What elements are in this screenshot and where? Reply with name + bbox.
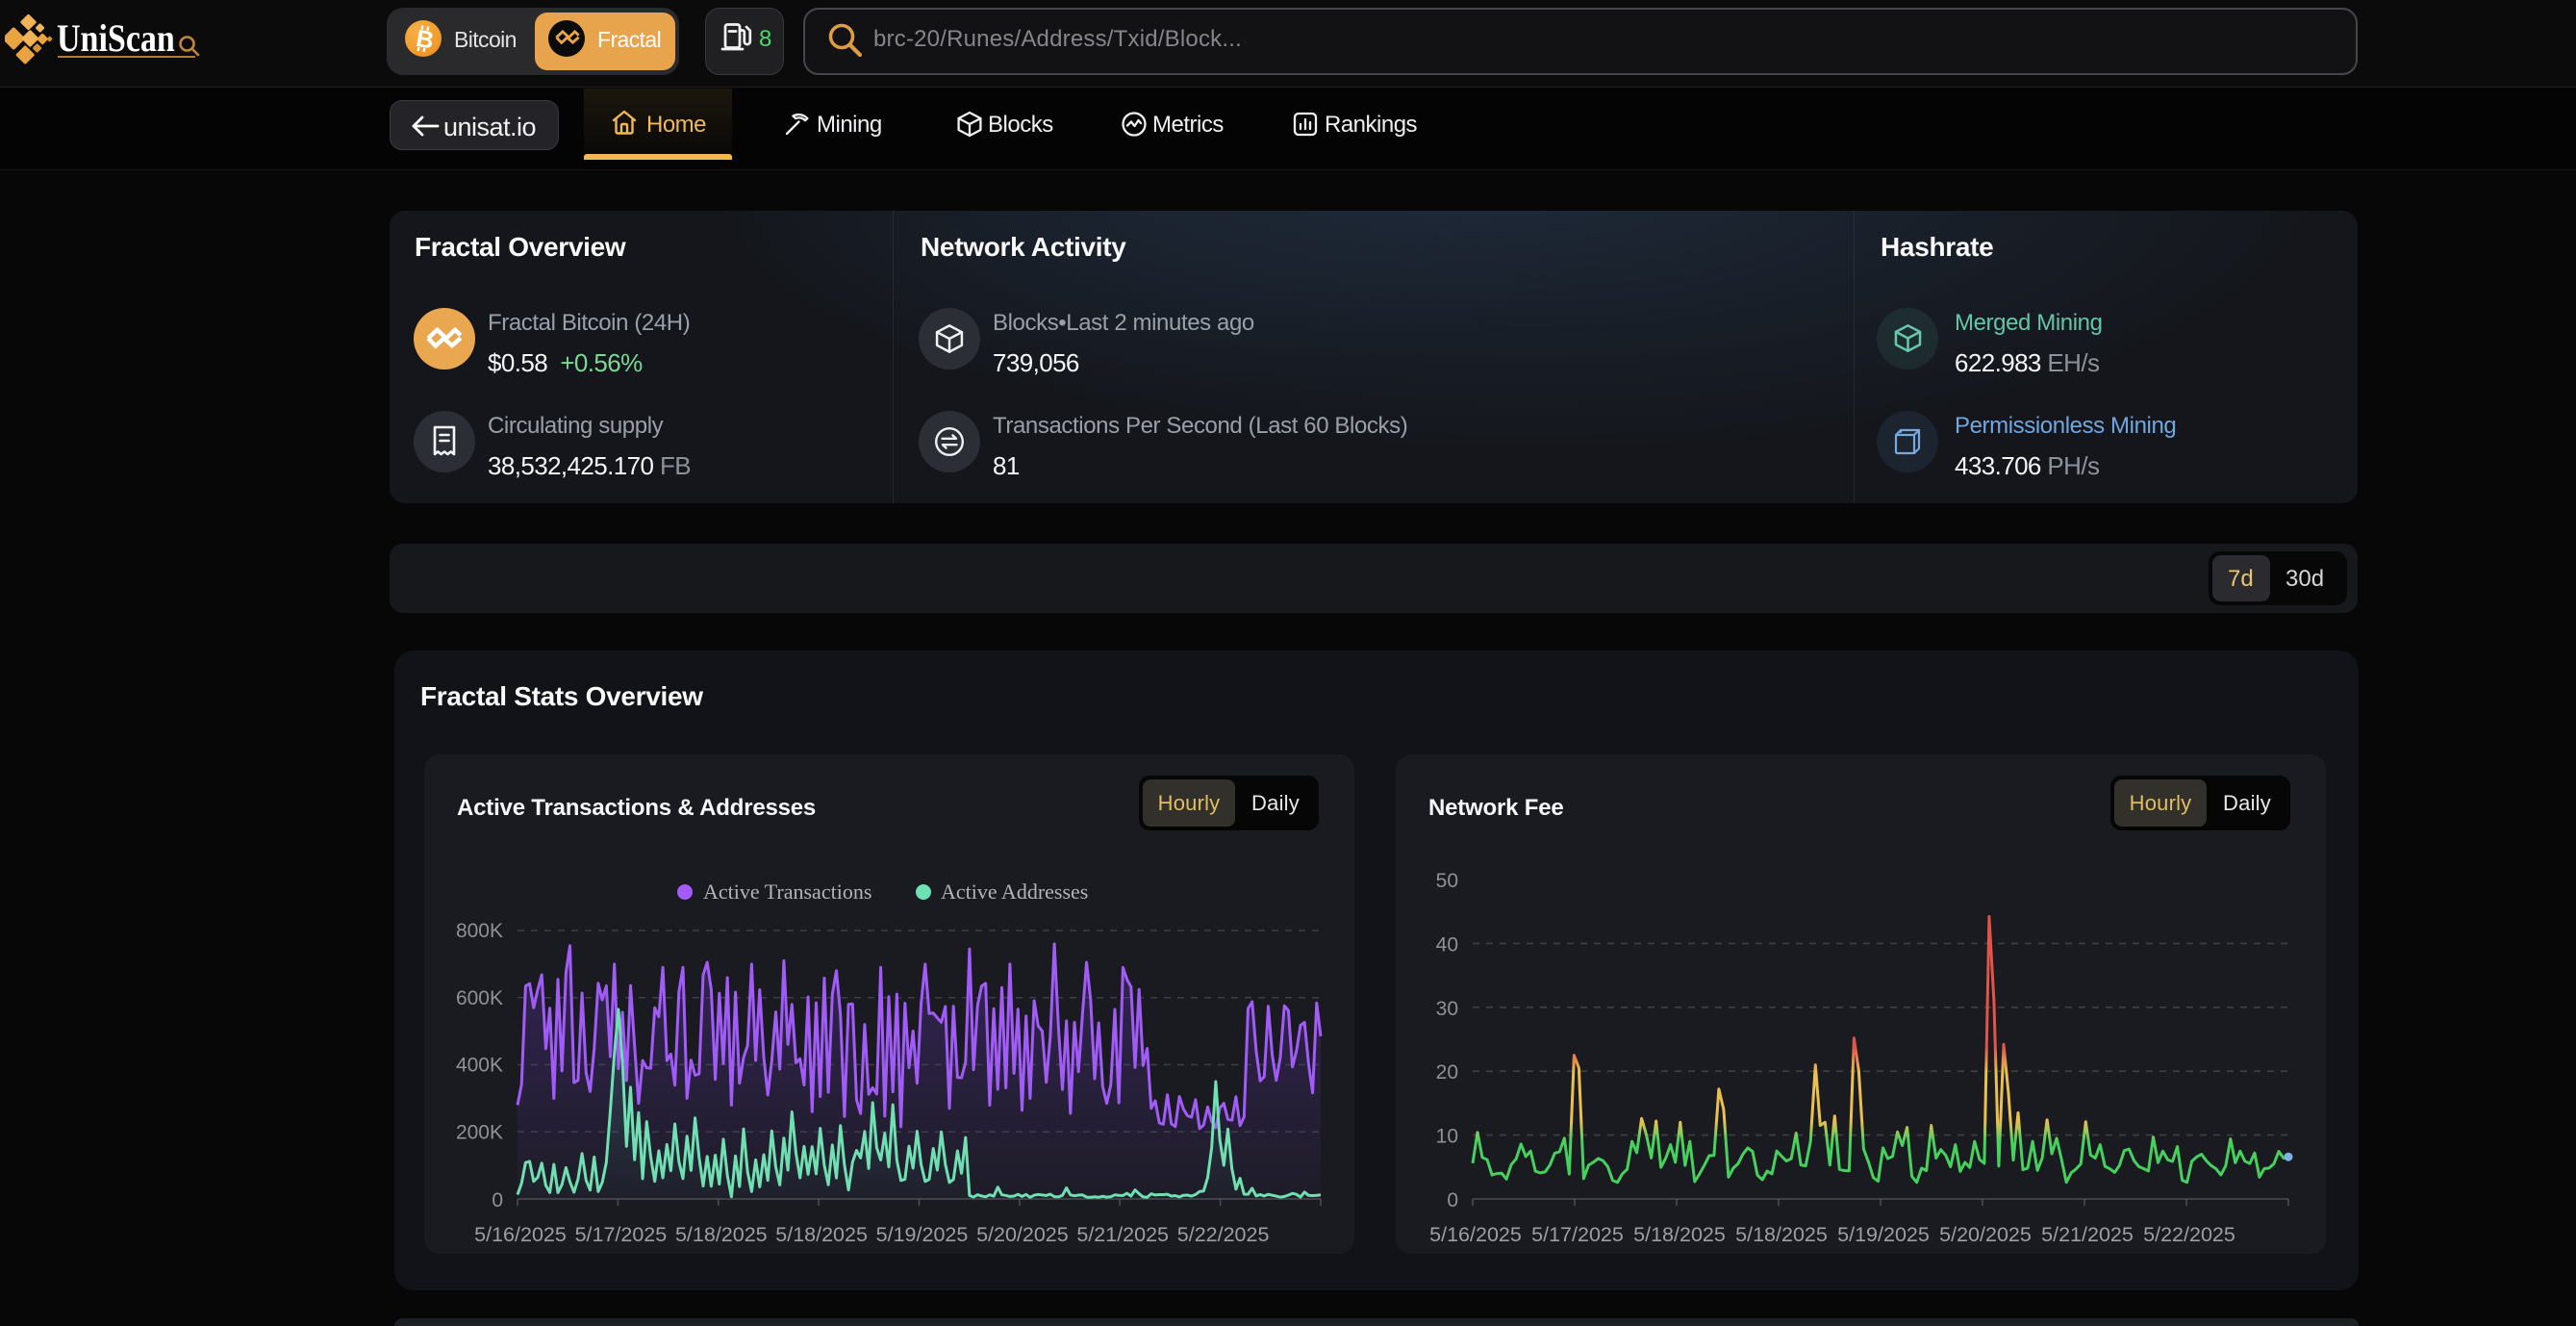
svg-text:5/22/2025: 5/22/2025 xyxy=(2143,1223,2235,1246)
svg-text:600K: 600K xyxy=(456,987,503,1009)
svg-text:5/18/2025: 5/18/2025 xyxy=(675,1223,768,1246)
svg-text:50: 50 xyxy=(1436,870,1458,892)
svg-text:20: 20 xyxy=(1436,1061,1458,1084)
svg-text:800K: 800K xyxy=(456,920,503,942)
svg-text:5/18/2025: 5/18/2025 xyxy=(775,1223,868,1246)
svg-text:5/18/2025: 5/18/2025 xyxy=(1735,1223,1828,1246)
svg-text:5/19/2025: 5/19/2025 xyxy=(1837,1223,1930,1246)
svg-text:5/19/2025: 5/19/2025 xyxy=(876,1223,969,1246)
svg-text:5/17/2025: 5/17/2025 xyxy=(575,1223,668,1246)
svg-text:5/16/2025: 5/16/2025 xyxy=(1429,1223,1522,1246)
svg-text:30: 30 xyxy=(1436,998,1458,1020)
svg-text:0: 0 xyxy=(492,1189,503,1211)
svg-text:40: 40 xyxy=(1436,933,1458,956)
svg-text:0: 0 xyxy=(1447,1189,1458,1211)
svg-text:5/20/2025: 5/20/2025 xyxy=(1939,1223,2032,1246)
svg-text:5/21/2025: 5/21/2025 xyxy=(2041,1223,2134,1246)
svg-text:400K: 400K xyxy=(456,1055,503,1077)
svg-text:5/16/2025: 5/16/2025 xyxy=(474,1223,567,1246)
svg-text:200K: 200K xyxy=(456,1121,503,1143)
svg-text:Active Transactions: Active Transactions xyxy=(703,880,871,904)
svg-text:5/21/2025: 5/21/2025 xyxy=(1076,1223,1169,1246)
svg-text:5/22/2025: 5/22/2025 xyxy=(1177,1223,1270,1246)
svg-text:Active Addresses: Active Addresses xyxy=(941,880,1088,904)
svg-text:5/18/2025: 5/18/2025 xyxy=(1633,1223,1726,1246)
svg-text:5/17/2025: 5/17/2025 xyxy=(1531,1223,1624,1246)
svg-text:5/20/2025: 5/20/2025 xyxy=(976,1223,1069,1246)
svg-text:10: 10 xyxy=(1436,1126,1458,1148)
